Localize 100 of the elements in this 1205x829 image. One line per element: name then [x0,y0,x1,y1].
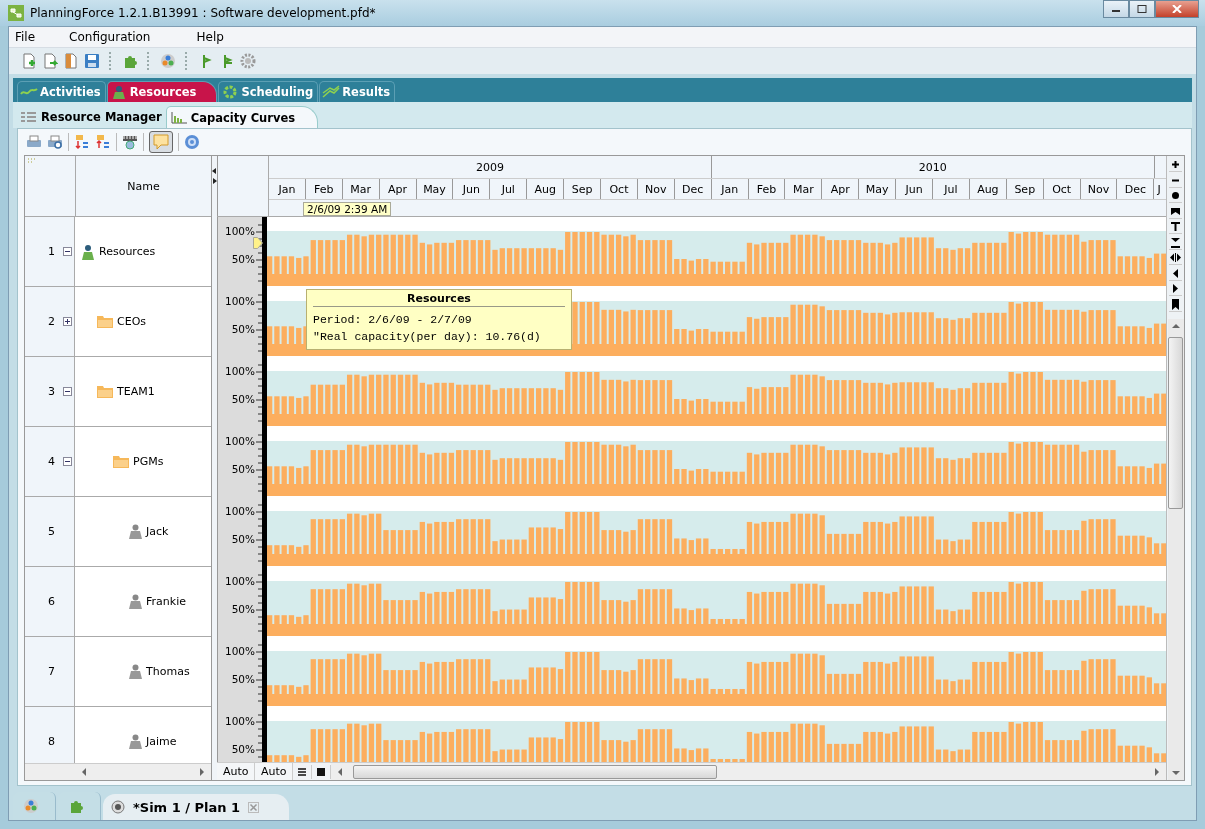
month-label: Dec [1124,182,1147,196]
print-icon[interactable] [26,134,42,150]
left-icon[interactable] [1169,266,1182,281]
splitter-arrows-icon[interactable] [212,168,217,184]
person-icon [129,734,142,749]
vertical-scrollbar[interactable] [1167,319,1184,780]
tick-label: 50% [231,743,255,755]
scroll-right-icon[interactable] [1154,767,1160,776]
date-marker-label: 2/6/09 2:39 AM [303,202,392,216]
tooltip-toggle-button[interactable] [149,131,173,153]
month-label: Nov [645,182,667,196]
month-label: Oct [1052,182,1072,196]
pointer-marker-icon[interactable] [253,237,263,249]
expander-icon[interactable] [63,247,72,256]
menu-item[interactable]: File [9,30,64,44]
horizontal-scrollbar[interactable] [331,763,1166,780]
row-number: 5 [48,525,55,538]
month-label: J [1157,182,1161,196]
target-icon [111,800,125,814]
resource-name[interactable]: Resources [99,245,156,258]
sub-tab[interactable]: Capacity Curves [165,106,319,128]
help-icon[interactable] [184,134,200,150]
month-label: Jun [462,182,480,196]
person-icon [129,664,142,679]
month-label: Aug [534,182,556,196]
tick-label: 100% [224,505,255,517]
list-icon [21,111,37,123]
document-tab-label: *Sim 1 / Plan 1 [133,799,241,815]
row-number: 7 [48,665,55,678]
row-number: 4 [48,455,55,468]
resource-name[interactable]: Jack [146,525,169,538]
scroll-down-icon[interactable] [1171,770,1180,776]
resource-name[interactable]: Frankie [146,595,186,608]
folder-icon [97,385,113,398]
month-label: Mar [793,182,814,196]
horizontal-scrollbar[interactable] [25,763,211,780]
puzzle-icon[interactable] [122,53,138,69]
auto-scale-button[interactable]: Auto [217,763,255,780]
print-preview-icon[interactable] [47,134,63,150]
scroll-right-icon[interactable] [199,768,205,776]
menu-item[interactable]: Configuration [63,30,191,44]
resource-name[interactable]: TEAM1 [117,385,155,398]
tick-label: 50% [231,603,255,615]
month-label: Jun [905,182,923,196]
scroll-left-icon[interactable] [81,768,87,776]
month-label: Jan [278,182,296,196]
person-icon [129,594,142,609]
maximize-icon [1137,5,1147,13]
scroll-left-icon[interactable] [337,767,343,776]
main-tab[interactable]: Activities [17,81,106,102]
close-button[interactable] [1155,0,1199,18]
book-icon[interactable] [63,53,79,69]
resource-name[interactable]: Jaime [146,735,177,748]
tooltip-line: Period: 2/6/09 - 2/7/09 [313,312,473,328]
new-file-icon[interactable] [21,53,37,69]
resource-name[interactable]: PGMs [133,455,164,468]
tick-label: 50% [231,323,255,335]
auto-scale-button[interactable]: Auto [255,763,293,780]
expander-icon[interactable] [63,457,72,466]
main-tab[interactable]: Scheduling [218,81,319,102]
month-label: Oct [609,182,629,196]
month-label: Nov [1087,182,1110,196]
folder-icon [113,455,129,468]
tick-label: 100% [224,435,255,447]
resource-name[interactable]: CEOs [117,315,147,328]
plus-icon[interactable] [1169,158,1182,172]
tooltip-title: Resources [313,292,565,307]
month-label: Aug [977,182,999,196]
import-file-icon[interactable] [42,53,58,69]
expander-icon[interactable] [63,317,72,326]
menu-item[interactable]: Help [190,30,242,44]
row-number: 2 [48,315,55,328]
sub-tab[interactable]: Resource Manager [17,106,166,128]
row-number: 6 [48,595,55,608]
main-tab[interactable]: Results [319,81,396,102]
fit-icon[interactable] [1169,251,1182,265]
save-icon[interactable] [84,53,100,69]
resource-name[interactable]: Thomas [146,665,190,678]
month-label: Feb [314,182,334,196]
minimize-button[interactable] [1103,0,1129,18]
document-tab[interactable]: *Sim 1 / Plan 1 [103,794,290,820]
close-icon [1172,5,1182,13]
main-tab[interactable]: Resources [106,81,218,102]
tick-label: 100% [224,225,255,237]
sort-up-icon[interactable] [95,134,111,150]
sort-down-icon[interactable] [74,134,90,150]
folder-icon [97,315,113,328]
year-label: 2010 [918,160,947,174]
scroll-up-icon[interactable] [1171,323,1180,329]
filter-icon[interactable] [1169,220,1182,234]
ruler-zoom-icon[interactable] [122,134,138,150]
expander-icon[interactable] [63,387,72,396]
month-label: Mar [350,182,372,196]
month-label: May [865,182,889,196]
bottom-icon[interactable] [1169,235,1182,250]
month-label: Feb [756,182,777,196]
maximize-button[interactable] [1129,0,1155,18]
right-icon[interactable] [1169,282,1182,296]
network-icon[interactable] [160,53,176,69]
bookmark-icon[interactable] [1169,297,1182,312]
